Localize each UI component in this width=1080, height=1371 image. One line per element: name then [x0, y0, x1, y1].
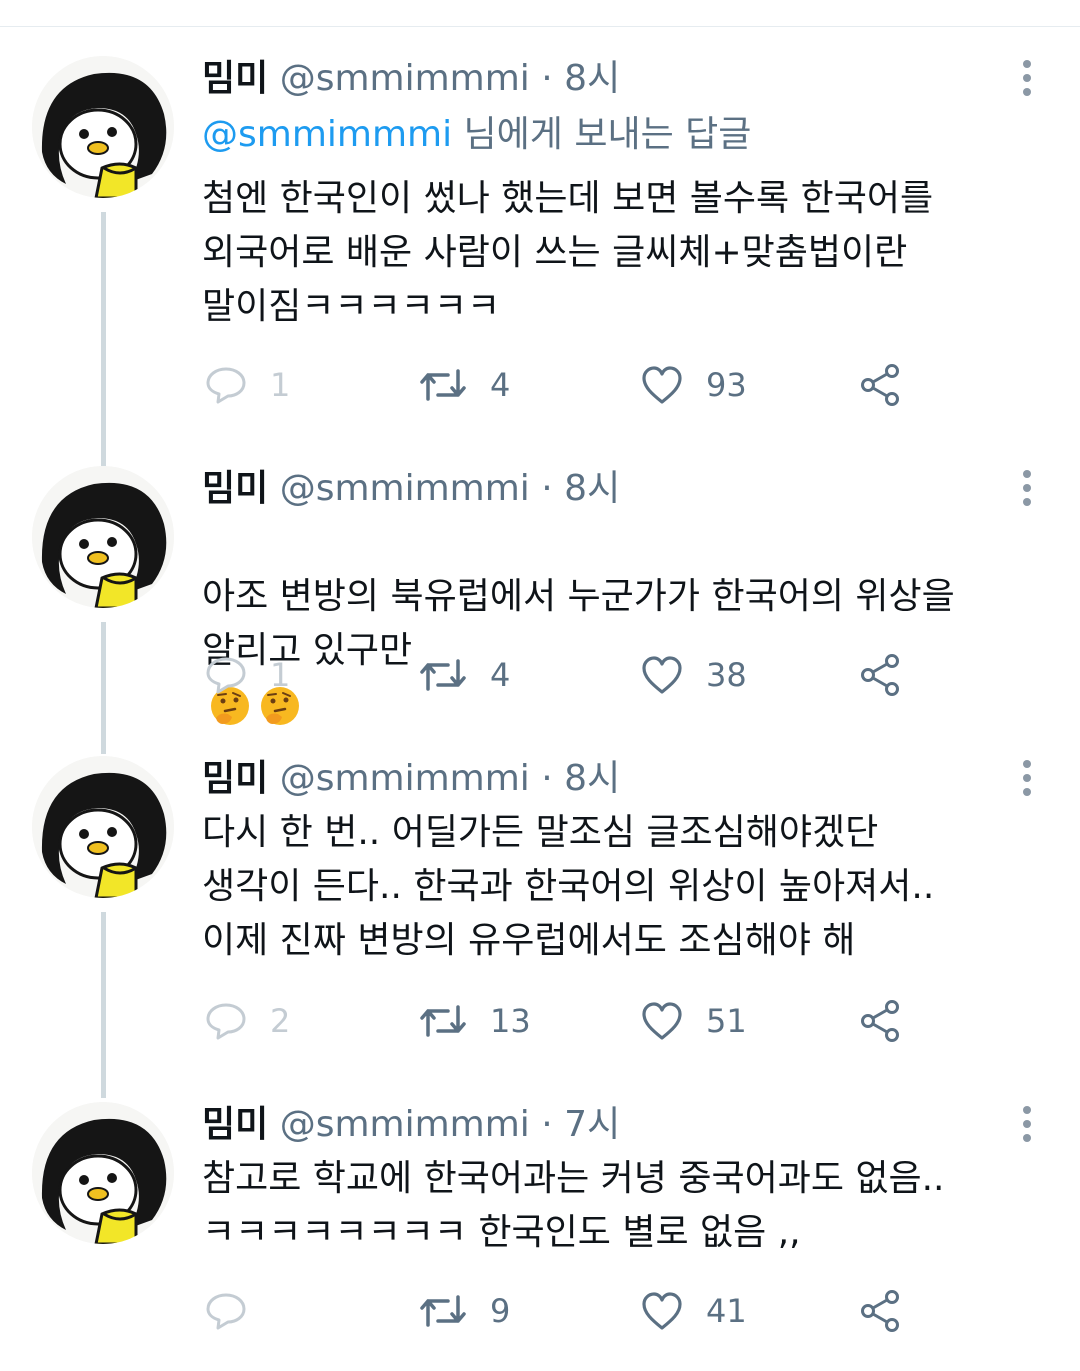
share-button[interactable]: [858, 1286, 902, 1336]
tweet-actions: 1 4 38: [0, 650, 1080, 700]
user-handle[interactable]: @smmimmmi: [280, 758, 530, 799]
heart-icon: [642, 366, 682, 404]
avatar[interactable]: [32, 756, 174, 898]
tweet-header: 밈미 @smmimmmi · 7시: [202, 1102, 620, 1148]
display-name[interactable]: 밈미: [202, 758, 268, 799]
display-name[interactable]: 밈미: [202, 1104, 268, 1145]
timestamp[interactable]: 8시: [564, 758, 620, 799]
like-count: 93: [706, 366, 747, 404]
share-button[interactable]: [858, 996, 902, 1046]
retweet-count: 4: [490, 366, 511, 404]
tweet-actions: 2 13 51: [0, 996, 1080, 1046]
speech-bubble-icon: [206, 367, 246, 404]
speech-bubble-icon: [206, 1003, 246, 1040]
mention-link[interactable]: @smmimmmi: [202, 114, 452, 155]
replying-to: @smmimmmi 님에게 보내는 답글: [202, 112, 751, 158]
more-options-button[interactable]: [1012, 1102, 1042, 1146]
retweet-count: 4: [490, 656, 511, 694]
more-vertical-icon: [1023, 1106, 1031, 1142]
display-name[interactable]: 밈미: [202, 468, 268, 509]
heart-icon: [642, 656, 682, 694]
more-options-button[interactable]: [1012, 56, 1042, 100]
retweet-count: 13: [490, 1002, 531, 1040]
separator-dot: ·: [541, 58, 553, 99]
top-divider: [0, 26, 1080, 27]
display-name[interactable]: 밈미: [202, 58, 268, 99]
more-vertical-icon: [1023, 470, 1031, 506]
user-handle[interactable]: @smmimmmi: [280, 1104, 530, 1145]
timestamp[interactable]: 8시: [564, 58, 620, 99]
more-options-button[interactable]: [1012, 756, 1042, 800]
like-button[interactable]: 38: [640, 650, 747, 700]
thread-line: [101, 212, 106, 466]
replying-label: 님에게 보내는 답글: [452, 114, 752, 155]
share-button[interactable]: [858, 360, 902, 410]
reply-button[interactable]: 1: [204, 360, 290, 410]
tweet-actions: 9 41: [0, 1286, 1080, 1336]
more-vertical-icon: [1023, 60, 1031, 96]
tweet-header: 밈미 @smmimmmi · 8시: [202, 56, 620, 102]
tweet-actions: 1 4 93: [0, 360, 1080, 410]
tweet-text: 다시 한 번.. 어딜가든 말조심 글조심해야겠단 생각이 든다.. 한국과 한…: [202, 812, 935, 961]
share-icon: [861, 1290, 899, 1332]
reply-count: 1: [270, 366, 291, 404]
retweet-icon: [420, 1295, 466, 1327]
tweet-text: 참고로 학교에 한국어과는 커녕 중국어과도 없음.. ㅋㅋㅋㅋㅋㅋㅋㅋ 한국인…: [202, 1158, 945, 1253]
share-icon: [861, 654, 899, 696]
retweet-button[interactable]: 4: [418, 650, 510, 700]
retweet-button[interactable]: 4: [418, 360, 510, 410]
like-button[interactable]: 93: [640, 360, 747, 410]
reply-button[interactable]: 2: [204, 996, 290, 1046]
like-button[interactable]: 41: [640, 1286, 747, 1336]
share-icon: [861, 1000, 899, 1042]
heart-icon: [642, 1002, 682, 1040]
separator-dot: ·: [541, 1104, 553, 1145]
user-handle[interactable]: @smmimmmi: [280, 468, 530, 509]
separator-dot: ·: [541, 758, 553, 799]
share-button[interactable]: [858, 650, 902, 700]
more-options-button[interactable]: [1012, 466, 1042, 510]
tweet-header: 밈미 @smmimmmi · 8시: [202, 466, 620, 512]
separator-dot: ·: [541, 468, 553, 509]
like-button[interactable]: 51: [640, 996, 747, 1046]
speech-bubble-icon: [206, 1293, 246, 1330]
more-vertical-icon: [1023, 760, 1031, 796]
timestamp[interactable]: 8시: [564, 468, 620, 509]
retweet-icon: [420, 659, 466, 691]
like-count: 41: [706, 1292, 747, 1330]
reply-count: 1: [270, 656, 291, 694]
reply-button[interactable]: [204, 1286, 248, 1336]
avatar[interactable]: [32, 466, 174, 608]
share-icon: [861, 364, 899, 406]
tweet-header: 밈미 @smmimmmi · 8시: [202, 756, 620, 802]
like-count: 38: [706, 656, 747, 694]
retweet-count: 9: [490, 1292, 511, 1330]
tweet-text: 첨엔 한국인이 썼나 했는데 보면 볼수록 한국어를 외국어로 배운 사람이 쓰…: [202, 178, 934, 327]
retweet-button[interactable]: 9: [418, 1286, 510, 1336]
avatar[interactable]: [32, 56, 174, 198]
retweet-icon: [420, 1005, 466, 1037]
retweet-button[interactable]: 13: [418, 996, 531, 1046]
reply-count: 2: [270, 1002, 291, 1040]
heart-icon: [642, 1292, 682, 1330]
reply-button[interactable]: 1: [204, 650, 290, 700]
retweet-icon: [420, 369, 466, 401]
speech-bubble-icon: [206, 657, 246, 694]
like-count: 51: [706, 1002, 747, 1040]
avatar[interactable]: [32, 1102, 174, 1244]
timestamp[interactable]: 7시: [564, 1104, 620, 1145]
user-handle[interactable]: @smmimmmi: [280, 58, 530, 99]
